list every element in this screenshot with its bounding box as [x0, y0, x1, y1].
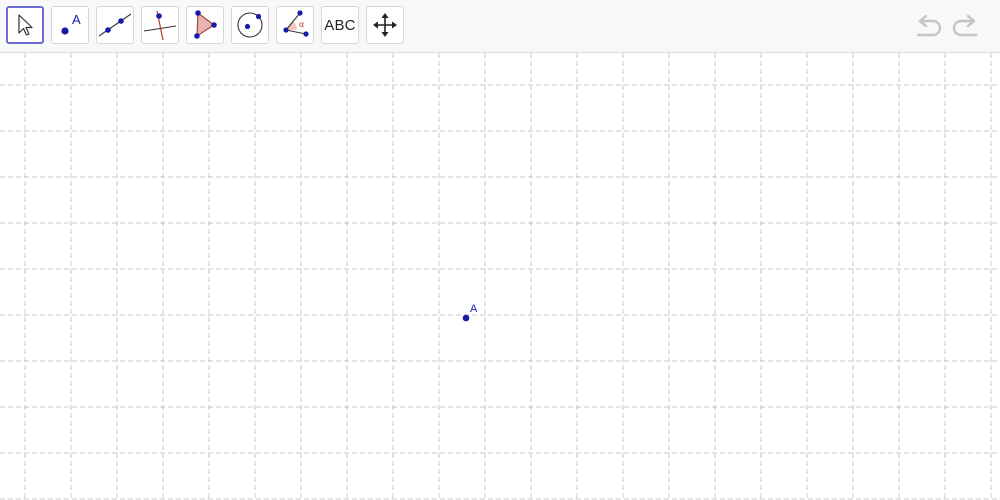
point-A[interactable]: A [462, 303, 478, 322]
polygon-tool-button[interactable] [186, 6, 224, 44]
graphics-view[interactable]: A [0, 53, 1000, 500]
circle-tool-button[interactable] [231, 6, 269, 44]
angle-icon-alpha: α [299, 20, 304, 29]
text-tool-button[interactable]: ABC [321, 6, 359, 44]
cursor-arrow-icon [18, 14, 33, 36]
line-through-points-icon [98, 13, 132, 37]
point-icon-letter: A [72, 12, 81, 27]
point-A-marker[interactable] [462, 314, 470, 322]
circle-center-point-icon [237, 12, 263, 38]
point-A-label[interactable]: A [470, 303, 478, 315]
angle-tool-button[interactable]: α [276, 6, 314, 44]
point-tool-button[interactable]: A [51, 6, 89, 44]
toolbar: A α ABC [0, 0, 1000, 53]
perpendicular-line-icon [143, 10, 177, 41]
point-icon: A [61, 12, 81, 35]
line-tool-button[interactable] [96, 6, 134, 44]
grid-lines [0, 53, 1000, 500]
perpendicular-tool-button[interactable] [141, 6, 179, 44]
text-icon: ABC [324, 16, 356, 34]
redo-button[interactable] [950, 12, 982, 40]
move-tool-button[interactable] [6, 6, 44, 44]
polygon-icon [194, 10, 217, 39]
undo-icon [916, 14, 942, 37]
move-graphics-view-icon [373, 13, 397, 37]
redo-icon [952, 14, 978, 37]
move-graphics-view-button[interactable] [366, 6, 404, 44]
angle-icon: α [283, 10, 309, 37]
coordinate-grid: A [0, 53, 1000, 500]
undo-button[interactable] [912, 12, 944, 40]
geometry-app: A α ABC A [0, 0, 1000, 500]
